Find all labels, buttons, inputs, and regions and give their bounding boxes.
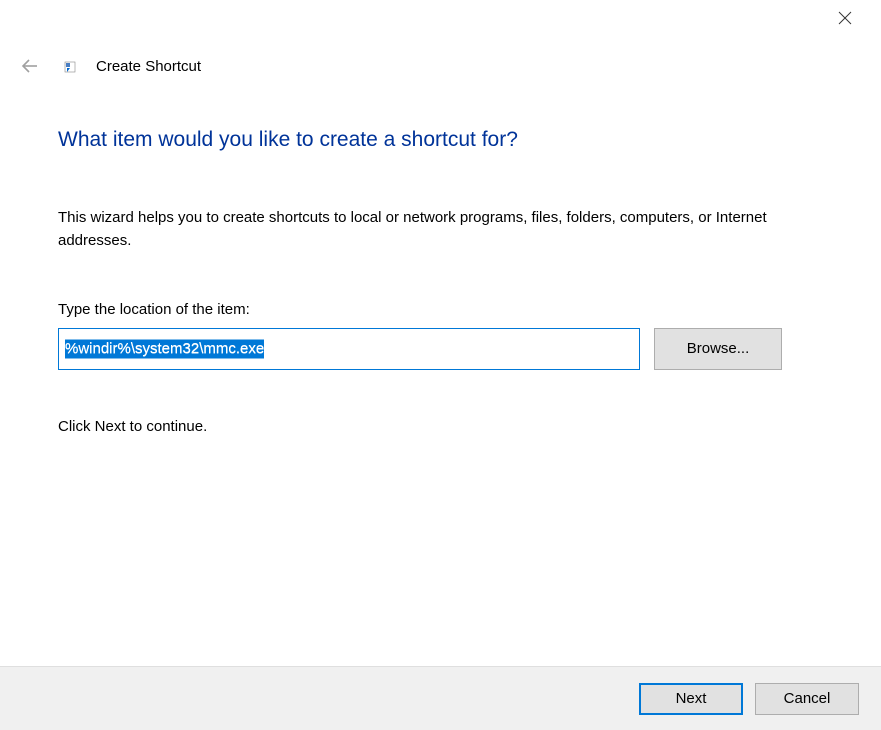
header-row: Create Shortcut [0, 36, 881, 78]
close-icon [838, 11, 852, 25]
wizard-title: Create Shortcut [96, 58, 201, 75]
continue-instruction: Click Next to continue. [58, 418, 823, 435]
input-row: %windir%\system32\mmc.exe Browse... [58, 328, 823, 370]
footer: Next Cancel [0, 666, 881, 730]
titlebar [0, 0, 881, 36]
cancel-button[interactable]: Cancel [755, 683, 859, 715]
back-button[interactable] [18, 54, 42, 78]
location-input-wrapper[interactable]: %windir%\system32\mmc.exe [58, 328, 640, 370]
browse-button[interactable]: Browse... [654, 328, 782, 370]
back-arrow-icon [20, 56, 40, 76]
wizard-description: This wizard helps you to create shortcut… [58, 206, 823, 253]
shortcut-icon [64, 60, 76, 72]
content-area: What item would you like to create a sho… [0, 78, 881, 435]
location-input[interactable] [65, 329, 633, 369]
location-label: Type the location of the item: [58, 301, 823, 318]
close-button[interactable] [825, 2, 865, 34]
next-button[interactable]: Next [639, 683, 743, 715]
page-heading: What item would you like to create a sho… [58, 128, 823, 152]
